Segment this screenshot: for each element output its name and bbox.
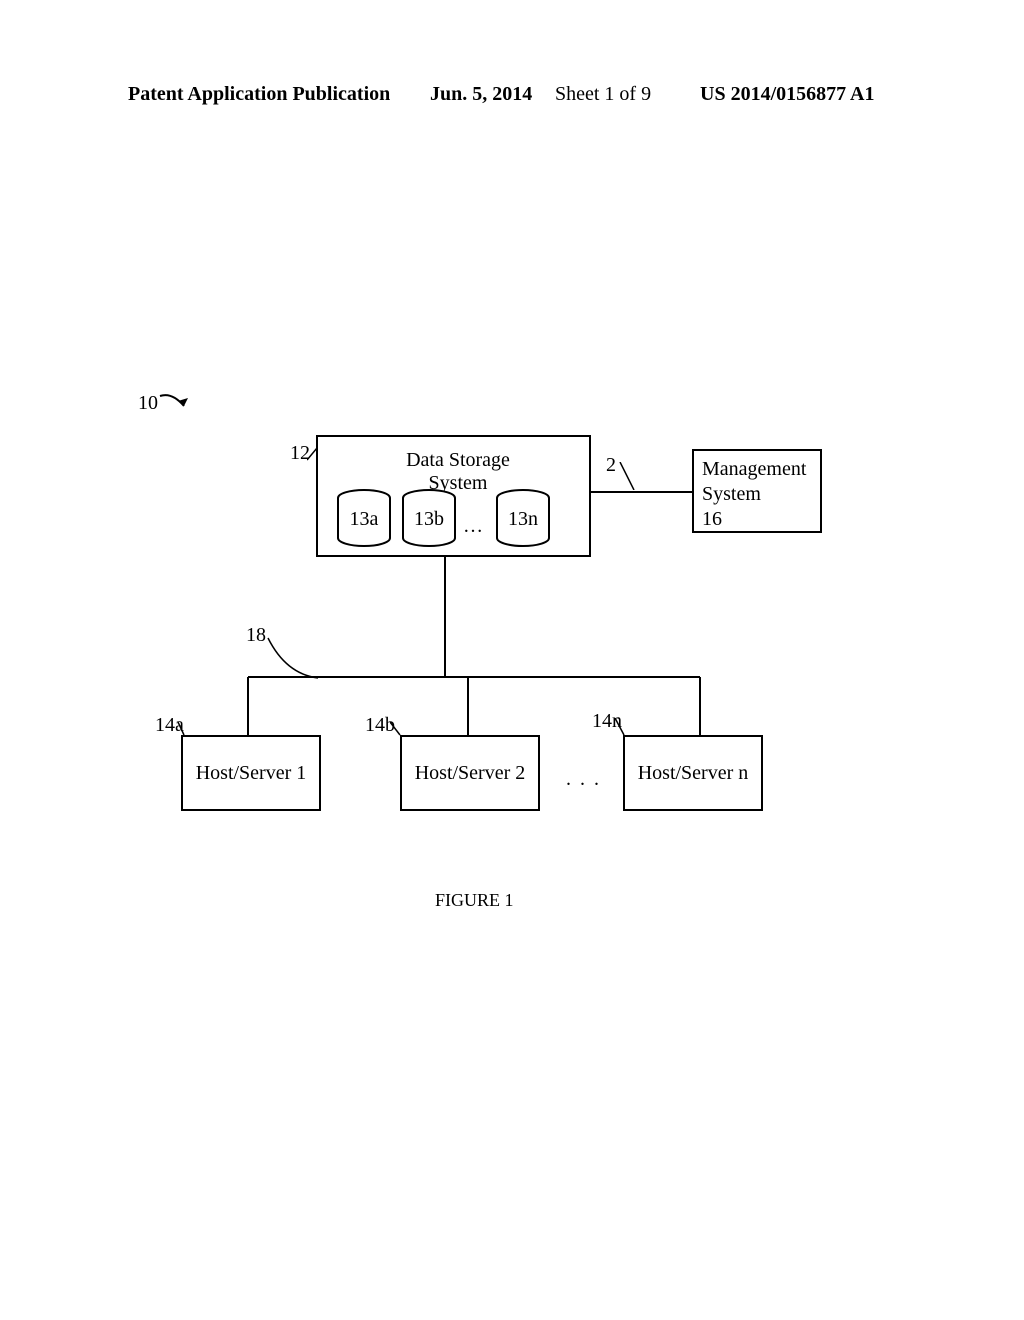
host-n-label: Host/Server n	[638, 762, 749, 785]
mgmt-line2: System	[702, 482, 812, 507]
disk-13b: 13b	[400, 488, 458, 538]
host-n-box: Host/Server n	[623, 735, 763, 811]
management-system-box: Management System 16	[692, 449, 822, 533]
leader-line-18	[266, 634, 326, 684]
host-ellipsis: . . .	[566, 768, 601, 791]
disk-ellipsis: …	[463, 515, 485, 538]
disk-13a-label: 13a	[335, 508, 393, 531]
mgmt-line3: 16	[702, 507, 812, 532]
host-1-label: Host/Server 1	[196, 762, 307, 785]
ref-bus: 18	[246, 624, 266, 647]
leader-line-14a	[178, 722, 188, 736]
host-2-label: Host/Server 2	[415, 762, 526, 785]
disk-13a: 13a	[335, 488, 393, 538]
leader-line-12	[307, 448, 321, 462]
arrow-icon	[158, 390, 198, 420]
host-2-box: Host/Server 2	[400, 735, 540, 811]
header-sheet: Sheet 1 of 9	[555, 83, 651, 106]
header-left: Patent Application Publication	[128, 83, 390, 106]
figure-caption: FIGURE 1	[435, 890, 514, 911]
ref-mgmt-link: 2	[606, 454, 616, 477]
header-pubnum: US 2014/0156877 A1	[700, 83, 874, 106]
disk-13n-label: 13n	[494, 508, 552, 531]
leader-line-2	[616, 462, 638, 490]
disk-13n: 13n	[494, 488, 552, 538]
link-dss-mgmt	[591, 490, 692, 494]
leader-line-14b	[390, 722, 404, 736]
leader-line-14n	[615, 718, 629, 736]
ref-system: 10	[138, 392, 158, 415]
mgmt-line1: Management	[702, 457, 812, 482]
header-date: Jun. 5, 2014	[430, 83, 532, 106]
host-1-box: Host/Server 1	[181, 735, 321, 811]
disk-13b-label: 13b	[400, 508, 458, 531]
